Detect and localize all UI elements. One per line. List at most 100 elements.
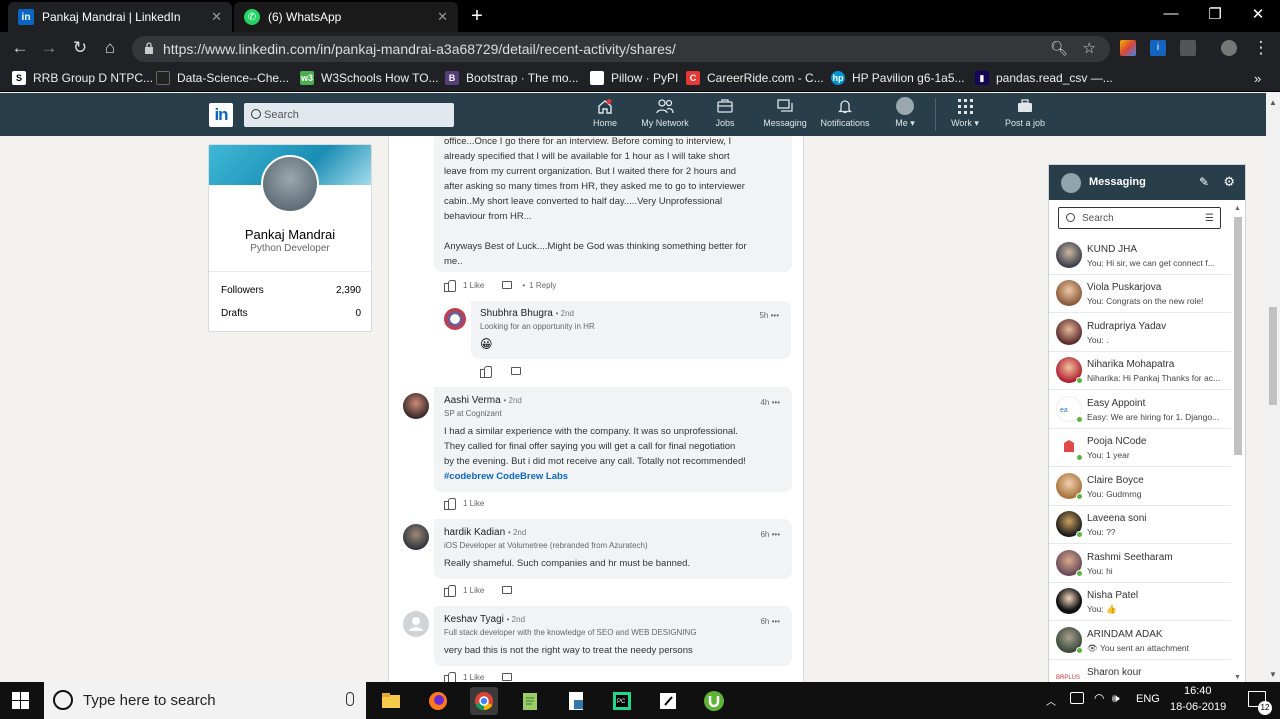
linkedin-logo[interactable]: in <box>209 103 233 127</box>
scrollbar-thumb[interactable] <box>1269 307 1277 405</box>
conversation-item[interactable]: Nisha Patel You: 👍 <box>1049 583 1231 621</box>
like-icon[interactable] <box>444 585 456 597</box>
tab-linkedin[interactable]: in Pankaj Mandrai | LinkedIn ✕ <box>8 2 232 32</box>
nav-notifications[interactable]: Notifications <box>814 97 876 133</box>
gear-icon[interactable]: ⚙ <box>1223 174 1235 190</box>
scroll-up-icon[interactable]: ▲ <box>1269 98 1277 107</box>
utorrent-icon[interactable] <box>700 687 728 715</box>
search-input[interactable]: Search <box>244 103 454 127</box>
like-icon[interactable] <box>444 498 456 510</box>
hashtag-link[interactable]: #codebrew <box>444 471 494 482</box>
profile-avatar-icon[interactable] <box>1221 40 1237 56</box>
bookmark-item[interactable]: Pillow · PyPI <box>590 71 678 85</box>
windows-start-icon[interactable] <box>12 692 30 710</box>
microphone-icon[interactable] <box>346 692 354 706</box>
like-icon[interactable] <box>444 672 456 682</box>
conversation-item[interactable]: Laveena soni You: ?? <box>1049 506 1231 544</box>
editor-icon[interactable] <box>654 687 682 715</box>
minimize-icon[interactable]: — <box>1156 5 1186 27</box>
home-icon[interactable]: ⌂ <box>99 37 121 59</box>
compose-icon[interactable]: ✎ <box>1199 175 1209 189</box>
bookmark-star-icon[interactable]: ☆ <box>1083 39 1096 57</box>
conversation-item[interactable]: Niharika Mohapatra Niharika: Hi Pankaj T… <box>1049 352 1231 390</box>
reply-icon[interactable] <box>502 586 513 594</box>
nav-my-network[interactable]: My Network <box>634 97 696 133</box>
forward-icon[interactable]: → <box>38 37 60 59</box>
volume-icon[interactable]: 🕪 <box>1112 691 1120 706</box>
chrome-icon[interactable] <box>470 687 498 715</box>
filter-icon[interactable]: ☰ <box>1205 213 1214 224</box>
avatar[interactable] <box>444 308 466 330</box>
messaging-scrollbar[interactable]: ▲ ▼ <box>1232 205 1245 682</box>
taskbar-search-input[interactable]: Type here to search <box>44 682 366 719</box>
followers-stat[interactable]: Followers 2,390 <box>221 285 361 296</box>
scroll-down-icon[interactable]: ▼ <box>1269 670 1277 679</box>
conversation-item[interactable]: KUND JHA You: Hi sir, we can get connect… <box>1049 237 1231 275</box>
more-options-icon[interactable]: ••• <box>772 530 780 539</box>
bookmark-item[interactable]: ▮ pandas.read_csv —... <box>975 71 1113 85</box>
python-file-icon[interactable] <box>562 687 590 715</box>
menu-icon[interactable]: ⋮ <box>1250 37 1272 59</box>
language-indicator[interactable]: ENG <box>1136 693 1160 705</box>
messaging-header[interactable]: Messaging ✎ ⚙ <box>1049 165 1245 200</box>
more-bookmarks-icon[interactable]: » <box>1254 71 1261 86</box>
scroll-down-icon[interactable]: ▼ <box>1234 674 1241 681</box>
conversation-item[interactable]: Claire Boyce You: Gudmrng <box>1049 468 1231 506</box>
scroll-up-icon[interactable]: ▲ <box>1234 205 1241 212</box>
conversation-item[interactable]: BRPLUS Sharon kour <box>1049 661 1231 682</box>
nav-work[interactable]: Work ▾ <box>934 97 996 133</box>
bookmark-item[interactable]: Data-Science--Che... <box>156 71 289 85</box>
firefox-icon[interactable] <box>424 687 452 715</box>
conversation-item[interactable]: ARINDAM ADAK 👁 You sent an attachment <box>1049 622 1231 660</box>
avatar[interactable] <box>403 611 429 637</box>
extension-icon[interactable] <box>1120 40 1136 56</box>
scrollbar-thumb[interactable] <box>1234 217 1242 455</box>
bookmark-item[interactable]: w3 W3Schools How TO... <box>300 71 439 85</box>
conversation-item[interactable]: Pooja NCode You: 1 year <box>1049 429 1231 467</box>
nav-post-job[interactable]: Post a job <box>994 97 1056 133</box>
conversation-item[interactable]: ea Easy Appoint Easy: We are hiring for … <box>1049 391 1231 429</box>
page-scrollbar[interactable]: ▲ ▼ <box>1266 93 1280 682</box>
more-options-icon[interactable]: ••• <box>772 617 780 626</box>
pycharm-icon[interactable]: PC <box>608 687 636 715</box>
address-bar[interactable]: https://www.linkedin.com/in/pankaj-mandr… <box>132 36 1110 62</box>
bookmark-item[interactable]: C CareerRide.com - C... <box>686 71 824 85</box>
clock-time[interactable]: 16:40 <box>1184 685 1212 697</box>
more-options-icon[interactable]: ••• <box>772 398 780 407</box>
like-icon[interactable] <box>480 366 492 378</box>
close-tab-icon[interactable]: ✕ <box>211 9 222 25</box>
nav-messaging[interactable]: Messaging <box>754 97 816 133</box>
conversation-item[interactable]: Rudrapriya Yadav You: . <box>1049 314 1231 352</box>
close-tab-icon[interactable]: ✕ <box>437 9 448 25</box>
bookmark-item[interactable]: hp HP Pavilion g6-1a5... <box>831 71 965 85</box>
file-explorer-icon[interactable] <box>377 687 405 715</box>
conversation-item[interactable]: Viola Puskarjova You: Congrats on the ne… <box>1049 275 1231 313</box>
conversation-item[interactable]: Rashmi Seetharam You: hi <box>1049 545 1231 583</box>
reply-icon[interactable] <box>502 281 513 289</box>
nav-me[interactable]: Me ▾ <box>874 97 936 133</box>
info-extension-icon[interactable]: i <box>1150 40 1166 56</box>
zoom-icon[interactable]: 🔍︎ <box>1050 40 1068 57</box>
bookmark-item[interactable]: S RRB Group D NTPC... <box>12 71 153 85</box>
back-icon[interactable]: ← <box>9 37 31 59</box>
wifi-icon[interactable]: ◠ <box>1094 691 1104 705</box>
avatar[interactable] <box>403 393 429 419</box>
profile-name[interactable]: Pankaj Mandrai <box>209 227 371 242</box>
tab-whatsapp[interactable]: ✆ (6) WhatsApp ✕ <box>234 2 458 32</box>
reload-icon[interactable]: ↻ <box>69 37 91 59</box>
avatar[interactable] <box>403 524 429 550</box>
bookmark-item[interactable]: B Bootstrap · The mo... <box>445 71 579 85</box>
company-link[interactable]: CodeBrew Labs <box>496 471 568 482</box>
restore-icon[interactable]: ❐ <box>1200 5 1230 27</box>
new-tab-button[interactable]: + <box>466 5 488 27</box>
more-options-icon[interactable]: ••• <box>771 311 779 320</box>
battery-icon[interactable] <box>1070 692 1084 704</box>
chevron-up-icon[interactable]: ︿ <box>1046 693 1056 708</box>
clock-date[interactable]: 18-06-2019 <box>1170 701 1226 713</box>
close-window-icon[interactable]: ✕ <box>1243 5 1273 27</box>
drafts-stat[interactable]: Drafts 0 <box>221 308 361 319</box>
nav-jobs[interactable]: Jobs <box>694 97 756 133</box>
download-extension-icon[interactable] <box>1180 40 1196 56</box>
avatar[interactable] <box>261 155 319 213</box>
reply-icon[interactable] <box>511 367 521 375</box>
